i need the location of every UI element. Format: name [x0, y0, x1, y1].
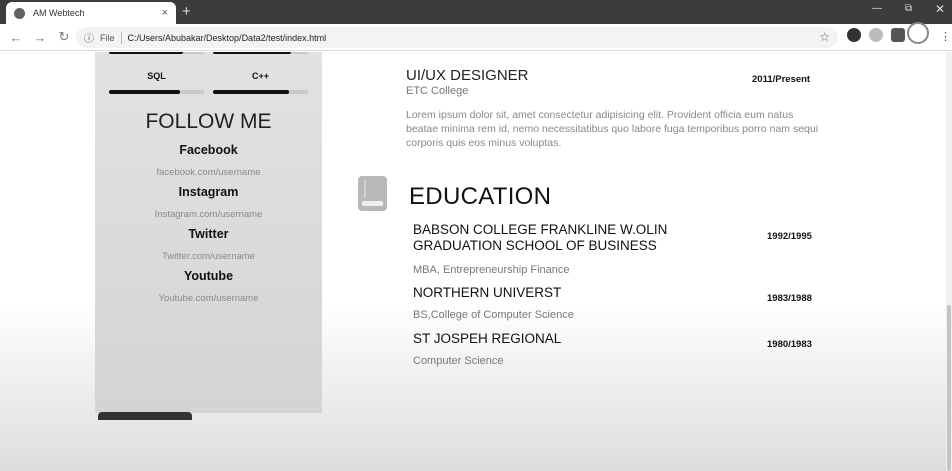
close-window-icon[interactable]: ✕	[935, 2, 945, 16]
file-label: File	[100, 32, 115, 43]
school-name: BABSON COLLEGE FRANKLINE W.OLIN GRADUATI…	[413, 222, 668, 253]
education-date: 1980/1983	[767, 339, 812, 350]
tab-strip: AM Webtech × + — ⧉ ✕	[0, 0, 952, 24]
new-tab-button[interactable]: +	[182, 3, 191, 21]
browser-tab[interactable]: AM Webtech ×	[6, 2, 176, 24]
school-name: NORTHERN UNIVERST	[413, 285, 562, 300]
tab-close-button[interactable]: ×	[162, 7, 168, 19]
education-date: 1983/1988	[767, 293, 812, 304]
social-link-twitter[interactable]: Twitter.com/username	[95, 251, 322, 262]
resume-page: SQL C++ FOLLOW ME Facebook facebook.com/…	[0, 52, 952, 471]
url-text[interactable]: C:/Users/Abubakar/Desktop/Data2/test/ind…	[128, 33, 327, 43]
globe-icon	[14, 7, 25, 19]
education-heading: EDUCATION	[409, 183, 552, 210]
skill-bar-sql	[109, 90, 204, 94]
experience-description: Lorem ipsum dolor sit, amet consectetur …	[406, 109, 819, 149]
address-separator	[120, 31, 122, 44]
puzzle-icon[interactable]	[891, 28, 905, 42]
degree-text: Computer Science	[413, 355, 504, 367]
degree-text: MBA, Entrepreneurship Finance	[413, 264, 570, 276]
back-icon[interactable]: ←	[4, 30, 28, 45]
globe-extension-icon[interactable]	[869, 28, 883, 42]
degree-text: BS,College of Computer Science	[413, 309, 574, 321]
restore-icon[interactable]: ⧉	[905, 3, 912, 14]
social-link-instagram[interactable]: Instagram.com/username	[95, 209, 322, 220]
skill-bar-previous-2	[213, 52, 308, 54]
social-name-facebook: Facebook	[179, 143, 238, 157]
floating-tab[interactable]	[98, 412, 192, 420]
social-name-instagram: Instagram	[178, 185, 239, 199]
bookmark-star-icon[interactable]: ☆	[819, 30, 830, 44]
skill-bar-previous-1	[109, 52, 204, 54]
education-date: 1992/1995	[767, 231, 812, 242]
social-name-youtube: Youtube	[183, 269, 234, 283]
reload-icon[interactable]: ↻	[52, 29, 76, 45]
profile-avatar[interactable]	[907, 22, 929, 44]
experience-title: UI/UX DESIGNER	[406, 67, 529, 84]
menu-dots-icon[interactable]: ⋮	[940, 30, 951, 43]
sidebar: SQL C++ FOLLOW ME Facebook facebook.com/…	[95, 52, 322, 413]
address-bar[interactable]: ⓘ File C:/Users/Abubakar/Desktop/Data2/t…	[76, 27, 838, 48]
book-icon	[358, 176, 387, 211]
experience-date: 2011/Present	[752, 74, 811, 85]
info-icon[interactable]: ⓘ	[84, 30, 94, 45]
social-link-youtube[interactable]: Youtube.com/username	[95, 293, 322, 304]
follow-me-heading: FOLLOW ME	[145, 110, 272, 133]
minimize-icon[interactable]: —	[872, 3, 882, 14]
social-name-twitter: Twitter	[188, 227, 229, 241]
social-link-facebook[interactable]: facebook.com/username	[95, 167, 322, 178]
experience-institution: ETC College	[406, 85, 469, 97]
browser-toolbar: ← → ↻ ⓘ File C:/Users/Abubakar/Desktop/D…	[0, 22, 952, 51]
school-name: ST JOSPEH REGIONAL	[413, 331, 562, 346]
skill-label-cpp: C++	[251, 71, 269, 81]
skill-bar-cpp	[213, 90, 308, 94]
extension-icon[interactable]	[847, 28, 861, 42]
skill-label-sql: SQL	[147, 71, 166, 81]
forward-icon[interactable]: →	[28, 30, 52, 45]
tab-title: AM Webtech	[33, 8, 85, 18]
scrollbar-thumb[interactable]	[947, 305, 951, 471]
